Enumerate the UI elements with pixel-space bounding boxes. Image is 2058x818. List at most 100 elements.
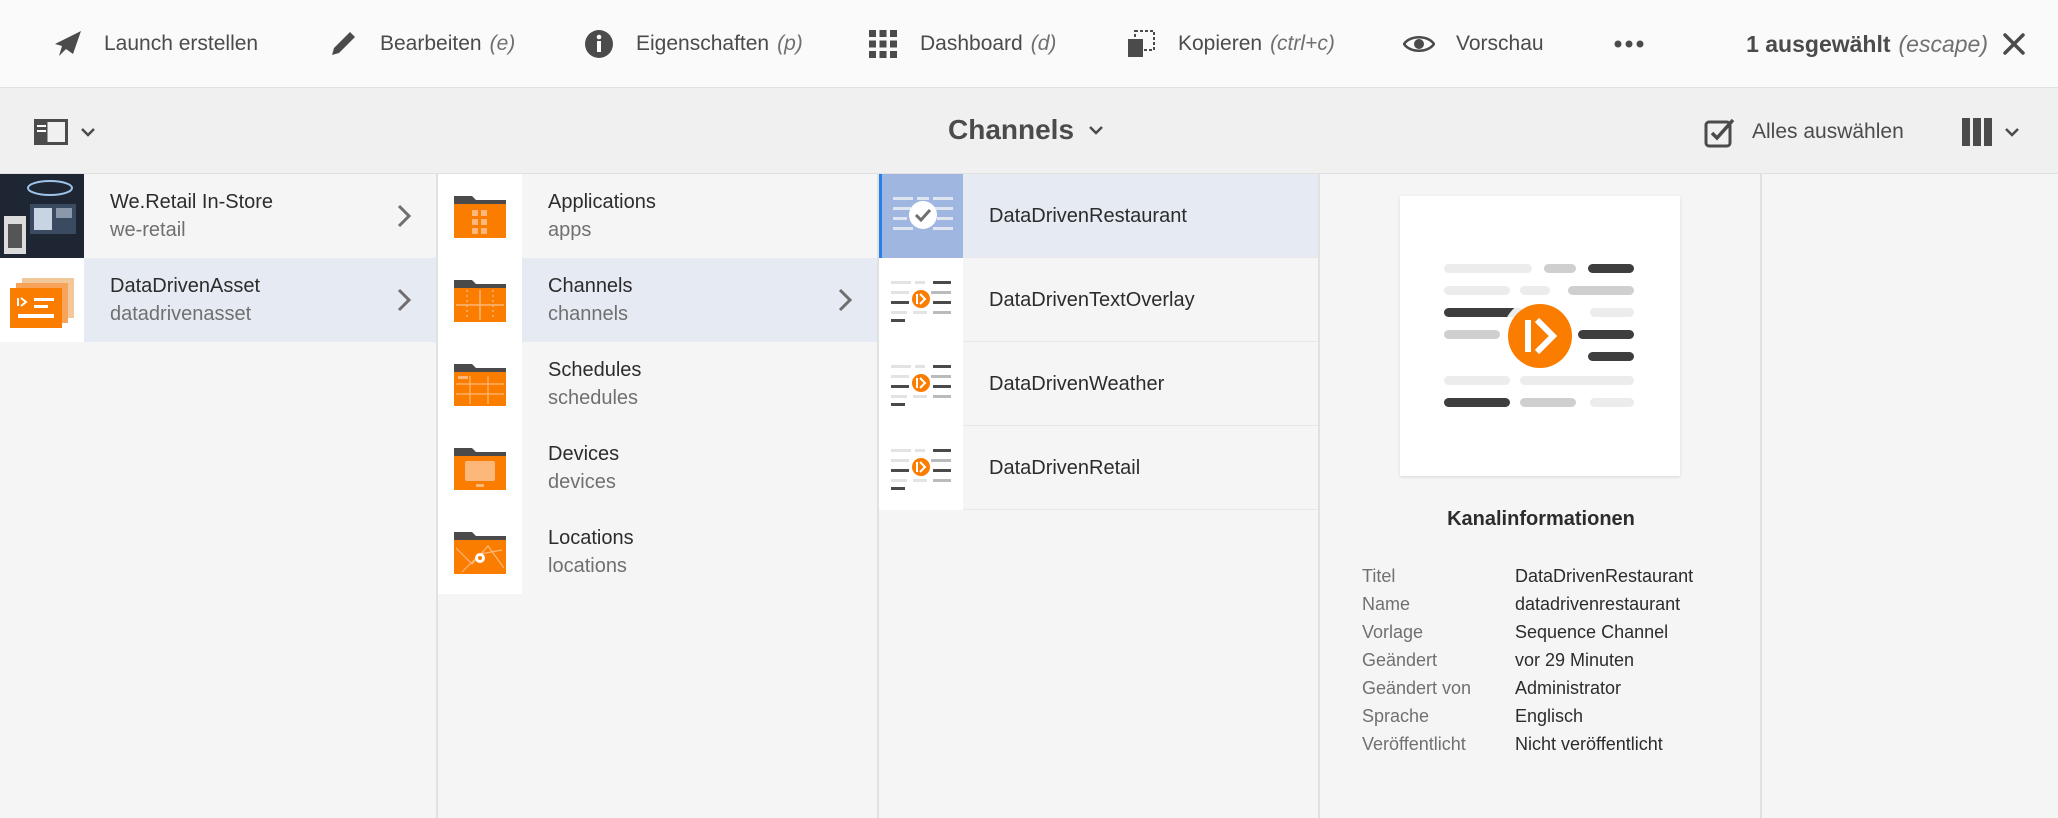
properties-shortcut: (p) — [777, 32, 803, 55]
we-retail-thumbnail — [0, 174, 84, 258]
list-item-datadrivenasset[interactable]: DataDrivenAsset datadrivenasset — [0, 258, 436, 342]
rail-icon — [34, 119, 68, 145]
list-item-datadriventextoverlay[interactable]: DataDrivenTextOverlay — [879, 257, 1318, 342]
page-title-label: Channels — [948, 114, 1075, 145]
list-item-datadrivenweather[interactable]: DataDrivenWeather — [879, 341, 1318, 426]
project-title: We.Retail In-Store — [110, 191, 274, 213]
list-item-applications[interactable]: Applications apps — [438, 174, 877, 258]
list-item-locations[interactable]: Locations locations — [438, 510, 877, 594]
eye-icon — [1402, 27, 1436, 61]
channel-title: DataDrivenRestaurant — [989, 204, 1187, 227]
channel-icon — [879, 257, 963, 342]
launch-create-label: Launch erstellen — [104, 32, 259, 55]
details-panel: Kanalinformationen Titel DataDrivenRestau… — [1320, 174, 1762, 818]
close-selection-button[interactable] — [1996, 26, 2032, 62]
meta-value: datadrivenrestaurant — [1515, 594, 1681, 614]
copy-shortcut: (ctrl+c) — [1270, 32, 1335, 55]
copy-button[interactable]: Kopieren (ctrl+c) — [1124, 0, 1335, 88]
channel-title: DataDrivenTextOverlay — [989, 288, 1195, 311]
preview-label: Vorschau — [1456, 32, 1544, 55]
meta-value: Administrator — [1515, 678, 1622, 698]
rocket-icon — [50, 27, 84, 61]
folder-icon — [438, 174, 522, 258]
folder-title: Locations — [548, 527, 634, 549]
list-item-datadrivenretail[interactable]: DataDrivenRetail — [879, 425, 1318, 510]
folder-name: apps — [548, 219, 592, 241]
meta-key: Veröffentlicht — [1362, 734, 1466, 754]
chevron-right-icon — [397, 288, 412, 312]
select-all-label: Alles auswählen — [1752, 120, 1904, 143]
folder-title: Schedules — [548, 359, 642, 381]
project-title: DataDrivenAsset — [110, 275, 261, 297]
meta-key: Geändert von — [1362, 678, 1472, 698]
dashboard-label: Dashboard — [920, 32, 1023, 55]
edit-shortcut: (e) — [489, 32, 516, 55]
meta-key: Sprache — [1362, 706, 1430, 726]
folder-icon — [438, 426, 522, 510]
action-bar: Launch erstellen Bearbeiten (e) Eigensch… — [0, 0, 2058, 88]
meta-row-template: Vorlage Sequence Channel — [1362, 618, 1693, 646]
meta-key: Geändert — [1362, 650, 1438, 670]
dashboard-shortcut: (d) — [1030, 32, 1057, 55]
edit-button[interactable]: Bearbeiten (e) — [326, 0, 515, 88]
copy-label: Kopieren — [1178, 32, 1263, 55]
list-item-devices[interactable]: Devices devices — [438, 426, 877, 510]
project-name: datadrivenasset — [110, 303, 252, 325]
checkbox-checked-icon — [1704, 118, 1735, 148]
meta-value: Englisch — [1515, 706, 1584, 726]
list-item-datadrivenrestaurant[interactable]: DataDrivenRestaurant — [879, 173, 1318, 258]
column-projects: We.Retail In-Store we-retail DataDrivenA… — [0, 174, 438, 818]
pencil-icon — [326, 27, 360, 61]
properties-button[interactable]: Eigenschaften (p) — [582, 0, 803, 88]
list-item-we-retail[interactable]: We.Retail In-Store we-retail — [0, 174, 436, 258]
copy-icon — [1124, 27, 1158, 61]
chevron-down-icon — [81, 128, 95, 137]
preview-button[interactable]: Vorschau — [1402, 0, 1544, 88]
folder-name: schedules — [548, 387, 639, 409]
chevron-right-icon — [397, 204, 412, 228]
more-button[interactable] — [1612, 0, 1666, 88]
column-channels: DataDrivenRestaurant DataDrivenTextOverl… — [879, 173, 1320, 818]
view-switcher-button[interactable] — [1962, 117, 2034, 147]
title-bar: Channels Alles auswählen — [0, 88, 2058, 174]
properties-label: Eigenschaften — [636, 32, 770, 55]
list-item-channels[interactable]: Channels channels — [438, 258, 877, 342]
meta-row-title: Titel DataDrivenRestaurant — [1362, 562, 1693, 590]
meta-key: Name — [1362, 594, 1411, 614]
folder-icon — [438, 258, 522, 342]
channel-thumbnail — [879, 173, 963, 258]
selection-count: 1 ausgewählt (escape) — [1746, 0, 1988, 88]
list-item-schedules[interactable]: Schedules schedules — [438, 342, 877, 426]
meta-key: Titel — [1362, 566, 1396, 586]
folder-icon — [438, 510, 522, 594]
channel-preview — [1400, 196, 1680, 476]
select-all-button[interactable]: Alles auswählen — [1704, 116, 1904, 148]
column-folders: Applications apps Channels channels Sche… — [438, 174, 879, 818]
meta-row-modified-by: Geändert von Administrator — [1362, 674, 1693, 702]
meta-value: Sequence Channel — [1515, 622, 1669, 642]
dashboard-button[interactable]: Dashboard (d) — [866, 0, 1056, 88]
channel-preview-icon — [1444, 264, 1634, 407]
meta-value: vor 29 Minuten — [1515, 650, 1635, 670]
selection-shortcut: (escape) — [1898, 30, 1988, 57]
launch-create-button[interactable]: Launch erstellen — [50, 0, 258, 88]
rail-toggle-button[interactable] — [34, 117, 104, 147]
close-icon — [2003, 33, 2025, 55]
channel-icon — [879, 425, 963, 510]
meta-row-published: Veröffentlicht Nicht veröffentlicht — [1362, 730, 1693, 758]
selection-label: 1 ausgewählt — [1746, 30, 1891, 57]
folder-name: locations — [548, 555, 627, 577]
folder-title: Applications — [548, 191, 656, 213]
more-icon — [1612, 27, 1646, 61]
folder-title: Devices — [548, 443, 620, 465]
details-metadata: Titel DataDrivenRestaurant Name datadriven… — [1362, 562, 1693, 758]
chevron-down-icon — [2005, 128, 2019, 137]
grid-icon — [866, 27, 900, 61]
meta-row-modified: Geändert vor 29 Minuten — [1362, 646, 1693, 674]
details-heading: Kanalinformationen — [1447, 508, 1635, 530]
folder-title: Channels — [548, 275, 633, 297]
edit-label: Bearbeiten — [380, 32, 482, 55]
meta-key: Vorlage — [1362, 622, 1424, 642]
page-title[interactable]: Channels — [948, 114, 1104, 146]
chevron-down-icon — [1089, 126, 1103, 135]
